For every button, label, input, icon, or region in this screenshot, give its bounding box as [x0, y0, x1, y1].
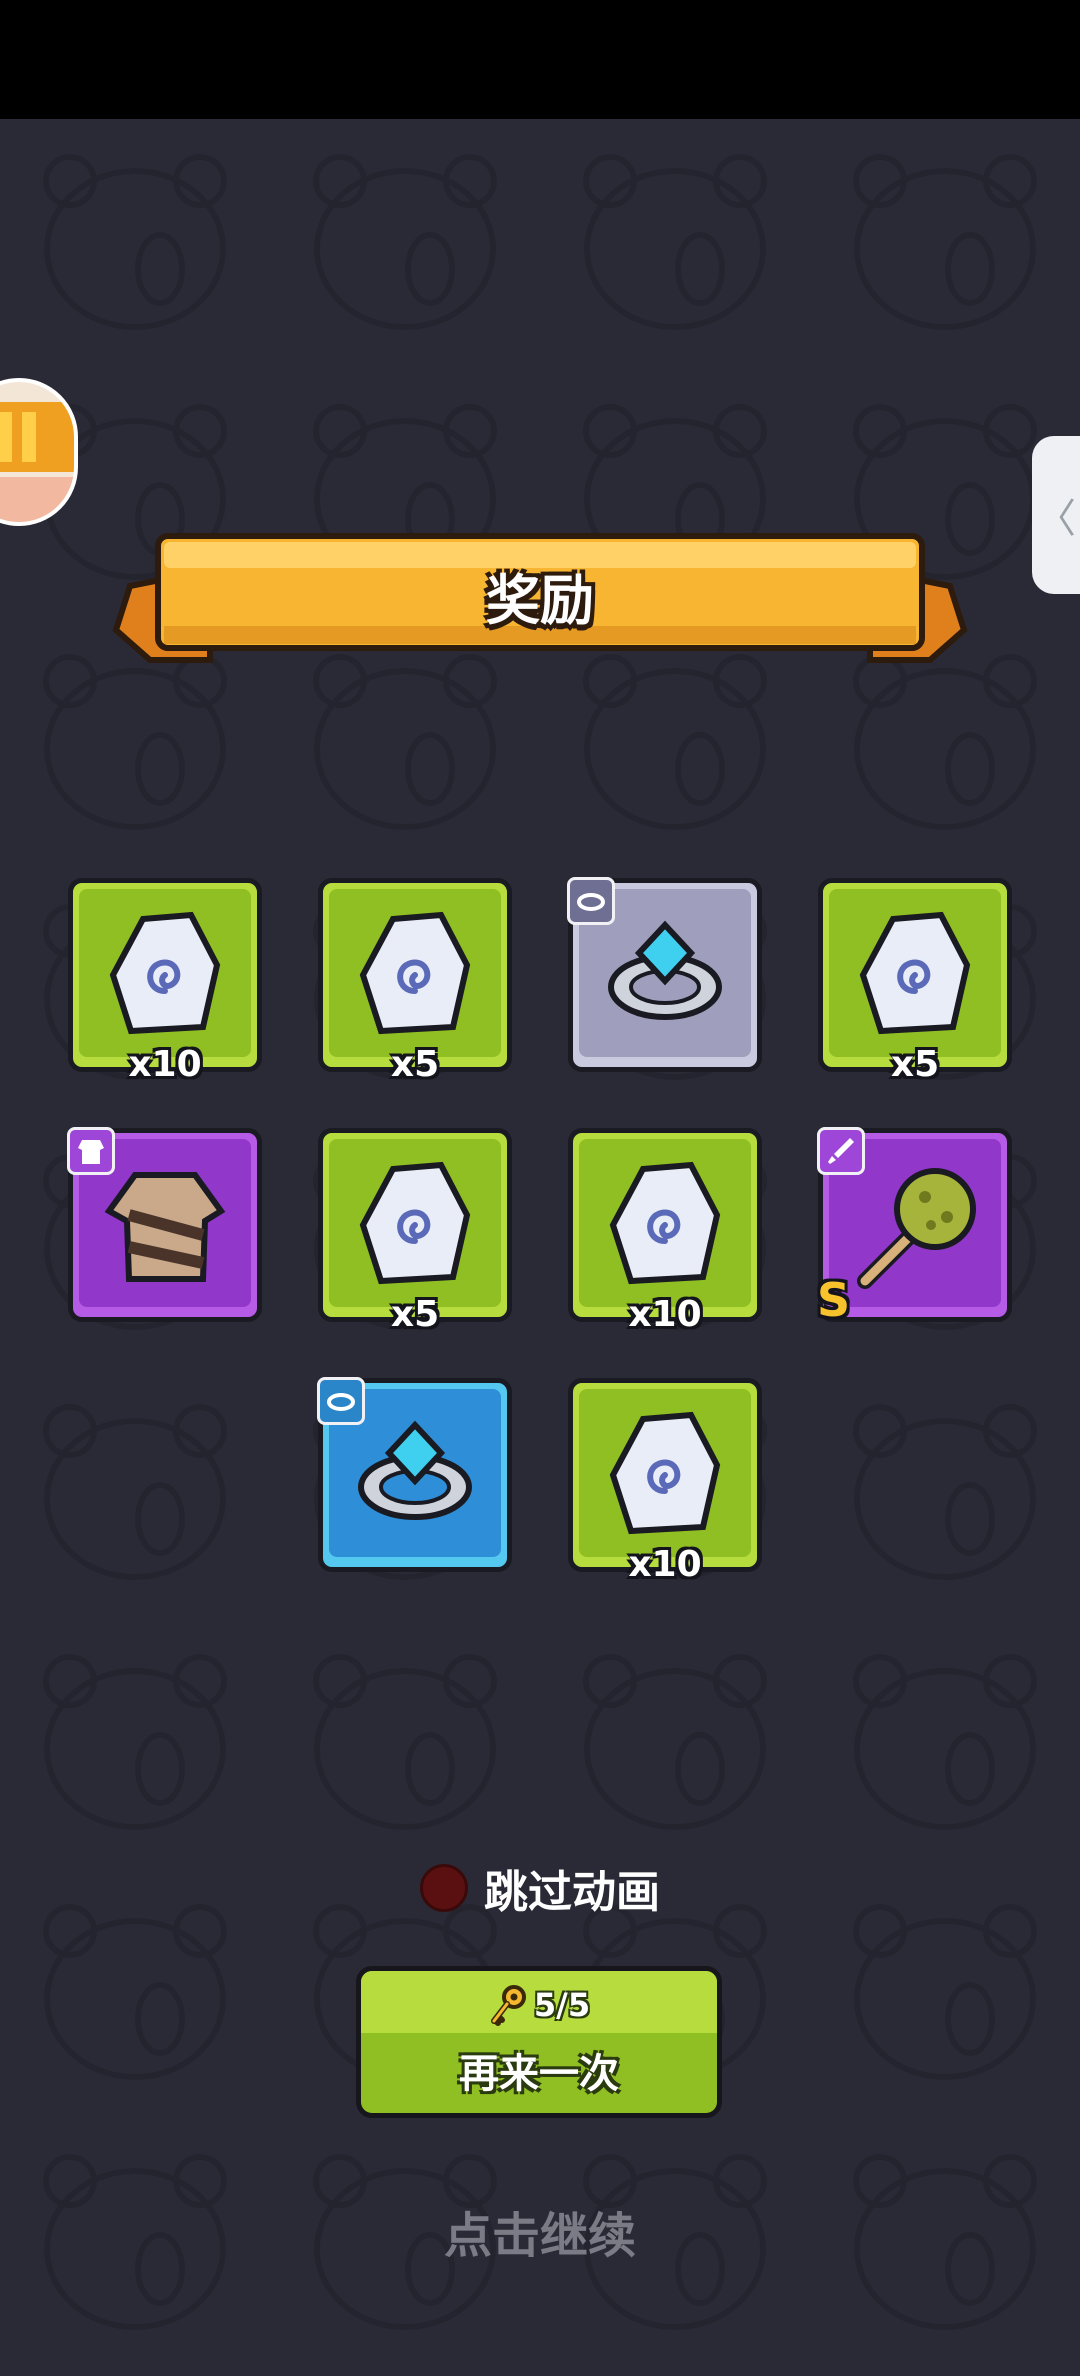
- rune-stone-icon: [359, 911, 471, 1035]
- reward-mace[interactable]: S: [817, 1127, 1012, 1327]
- rune-stone-icon: [609, 1411, 721, 1535]
- reward-quantity: x5: [890, 1044, 940, 1085]
- ring-item-icon: [358, 1420, 472, 1520]
- reward-quantity: x10: [628, 1544, 702, 1585]
- key-count: 5/5: [361, 1977, 717, 2033]
- key-icon: [490, 1985, 526, 2026]
- reward-quantity: x5: [390, 1044, 440, 1085]
- reward-ring-gray[interactable]: [567, 877, 762, 1072]
- rewards-banner: 奖励: [110, 530, 970, 670]
- reward-armor[interactable]: [67, 1127, 262, 1322]
- side-drawer-handle[interactable]: 〈: [1032, 436, 1080, 594]
- chevron-left-icon: 〈: [1036, 496, 1076, 542]
- rune-stone-icon: [609, 1161, 721, 1285]
- ring-item-icon: [608, 920, 722, 1020]
- rune-stone-icon: [359, 1161, 471, 1285]
- draw-again-label: 再来一次: [459, 2051, 619, 2097]
- reward-rune-stone-3[interactable]: x5: [818, 878, 1012, 1085]
- reward-quantity: x10: [628, 1294, 702, 1335]
- status-bar: [0, 0, 1080, 119]
- rune-stone-icon: [859, 911, 971, 1035]
- reward-rune-stone-5[interactable]: x10: [568, 1128, 762, 1335]
- key-count-text: 5/5: [533, 1986, 591, 2024]
- reward-rune-stone-2[interactable]: x5: [318, 878, 512, 1085]
- skip-animation-checkbox[interactable]: [420, 1864, 468, 1912]
- grade-badge: S: [817, 1273, 851, 1327]
- tap-to-continue[interactable]: 点击继续: [0, 2196, 1080, 2266]
- reward-rune-stone-4[interactable]: x5: [318, 1128, 512, 1335]
- reward-rune-stone-1[interactable]: x10: [68, 878, 262, 1085]
- mace-item-icon: [857, 1168, 976, 1289]
- skip-animation-toggle[interactable]: 跳过动画: [420, 1858, 660, 1918]
- rune-stone-icon: [109, 911, 221, 1035]
- reward-quantity: x5: [390, 1294, 440, 1335]
- skip-animation-label: 跳过动画: [484, 1867, 660, 1918]
- reward-rune-stone-6[interactable]: x10: [568, 1378, 762, 1585]
- page-title: 奖励: [486, 568, 594, 632]
- armor-item-icon: [104, 1172, 226, 1282]
- reward-ring-blue[interactable]: [317, 1377, 512, 1572]
- reward-quantity: x10: [128, 1044, 202, 1085]
- draw-again-button[interactable]: 5/5 再来一次: [356, 1966, 722, 2118]
